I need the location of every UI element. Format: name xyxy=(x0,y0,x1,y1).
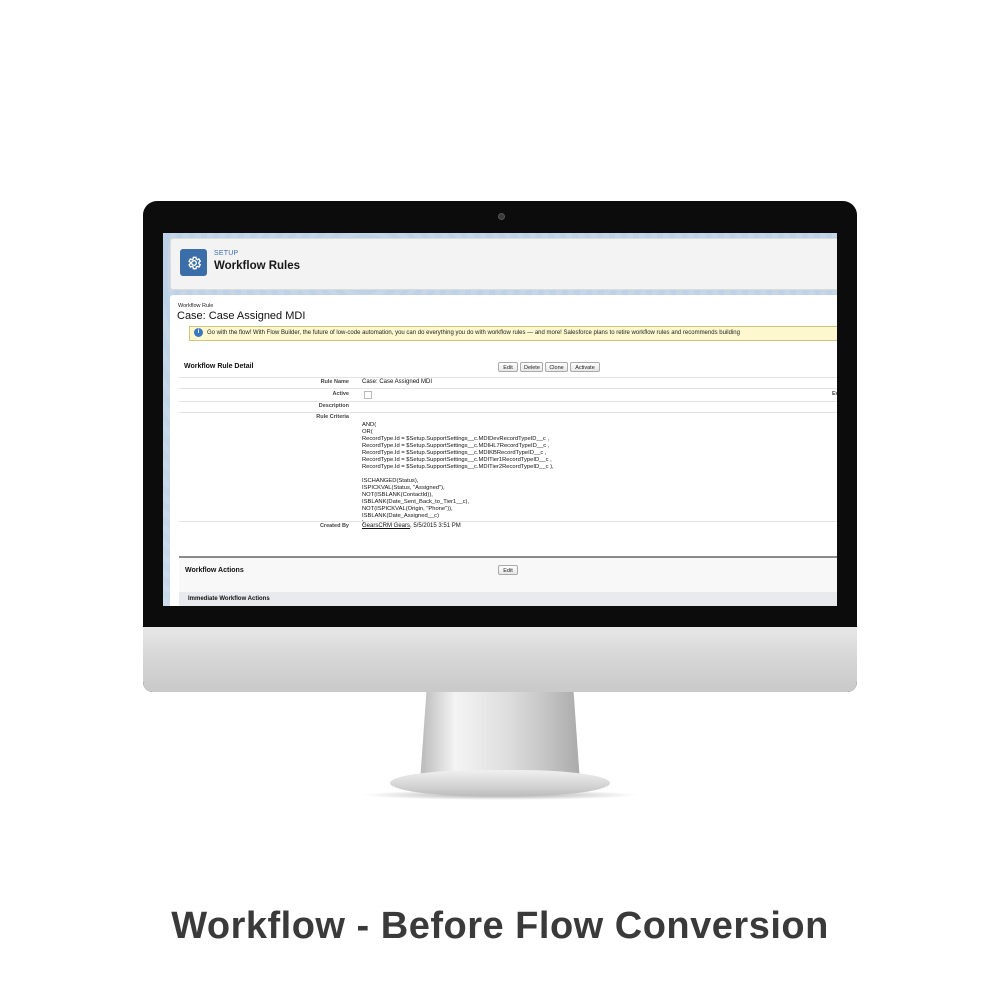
monitor-chin xyxy=(143,627,857,692)
page-title: Workflow Rules xyxy=(214,260,301,272)
divider xyxy=(179,377,837,378)
divider xyxy=(179,388,837,389)
created-by-user-link[interactable]: GearsCRM Gears xyxy=(362,523,410,529)
criteria-line: ISBLANK(Date_Assigned__c) xyxy=(362,513,440,519)
actions-section-title: Workflow Actions xyxy=(185,567,244,574)
record-title: Case: Case Assigned MDI xyxy=(177,310,306,322)
active-checkbox xyxy=(364,391,372,399)
criteria-line: RecordType.Id = $Setup.SupportSettings__… xyxy=(362,457,552,463)
screen: SETUP Workflow Rules Workflow Rule Case:… xyxy=(163,233,837,606)
ev-label: Ev xyxy=(832,391,837,397)
camera-icon xyxy=(498,213,505,220)
monitor-stand-neck xyxy=(420,692,580,782)
delete-button[interactable]: Delete xyxy=(520,362,543,372)
created-by-value: GearsCRM Gears, 5/5/2015 3:51 PM xyxy=(362,523,461,529)
main-content: Workflow Rule Case: Case Assigned MDI iG… xyxy=(170,295,837,606)
created-by-date: , 5/5/2015 3:51 PM xyxy=(410,523,461,529)
imac-monitor: SETUP Workflow Rules Workflow Rule Case:… xyxy=(143,201,857,692)
criteria-line: RecordType.Id = $Setup.SupportSettings__… xyxy=(362,436,550,442)
rule-name-label: Rule Name xyxy=(320,379,349,385)
actions-edit-button[interactable]: Edit xyxy=(498,565,518,575)
workflow-actions-section: Workflow Actions Edit Immediate Workflow… xyxy=(179,556,837,606)
criteria-line: ISCHANGED(Status), xyxy=(362,478,419,484)
clone-button[interactable]: Clone xyxy=(545,362,568,372)
activate-button[interactable]: Activate xyxy=(570,362,600,372)
criteria-line: OR( xyxy=(362,429,373,435)
banner-text: Go with the flow! With Flow Builder, the… xyxy=(207,330,740,336)
criteria-line: ISPICKVAL(Status, "Assigned"), xyxy=(362,485,445,491)
criteria-line: RecordType.Id = $Setup.SupportSettings__… xyxy=(362,464,554,470)
caption: Workflow - Before Flow Conversion xyxy=(171,905,829,947)
setup-label: SETUP xyxy=(214,250,239,257)
edit-button[interactable]: Edit xyxy=(498,362,518,372)
active-label: Active xyxy=(332,391,349,397)
rule-criteria-value: AND(OR(RecordType.Id = $Setup.SupportSet… xyxy=(362,422,554,527)
gear-icon xyxy=(180,249,207,276)
criteria-line: NOT(ISPICKVAL(Origin, "Phone")), xyxy=(362,506,453,512)
record-type-label: Workflow Rule xyxy=(178,303,214,309)
detail-section-title: Workflow Rule Detail xyxy=(184,363,254,370)
divider xyxy=(179,412,837,413)
divider xyxy=(179,401,837,402)
criteria-line: AND( xyxy=(362,422,377,428)
monitor-stand-base xyxy=(390,770,610,796)
criteria-line: RecordType.Id = $Setup.SupportSettings__… xyxy=(362,450,547,456)
immediate-actions-title: Immediate Workflow Actions xyxy=(188,596,270,602)
page-header: SETUP Workflow Rules xyxy=(170,238,837,290)
criteria-line xyxy=(362,471,554,478)
rule-name-value: Case: Case Assigned MDI xyxy=(362,379,433,385)
criteria-line: ISBLANK(Date_Sent_Back_to_Tier1__c), xyxy=(362,499,470,505)
immediate-actions-header: Immediate Workflow Actions xyxy=(179,592,837,606)
divider xyxy=(179,521,837,522)
criteria-line: RecordType.Id = $Setup.SupportSettings__… xyxy=(362,443,550,449)
info-icon: i xyxy=(194,327,203,337)
rule-criteria-label: Rule Criteria xyxy=(316,414,349,420)
criteria-line: NOT(ISBLANK(ContactId)), xyxy=(362,492,433,498)
created-by-label: Created By xyxy=(319,523,349,529)
description-label: Description xyxy=(318,403,349,409)
info-banner: i Go with the flow! With Flow Builder, th… xyxy=(189,326,837,341)
